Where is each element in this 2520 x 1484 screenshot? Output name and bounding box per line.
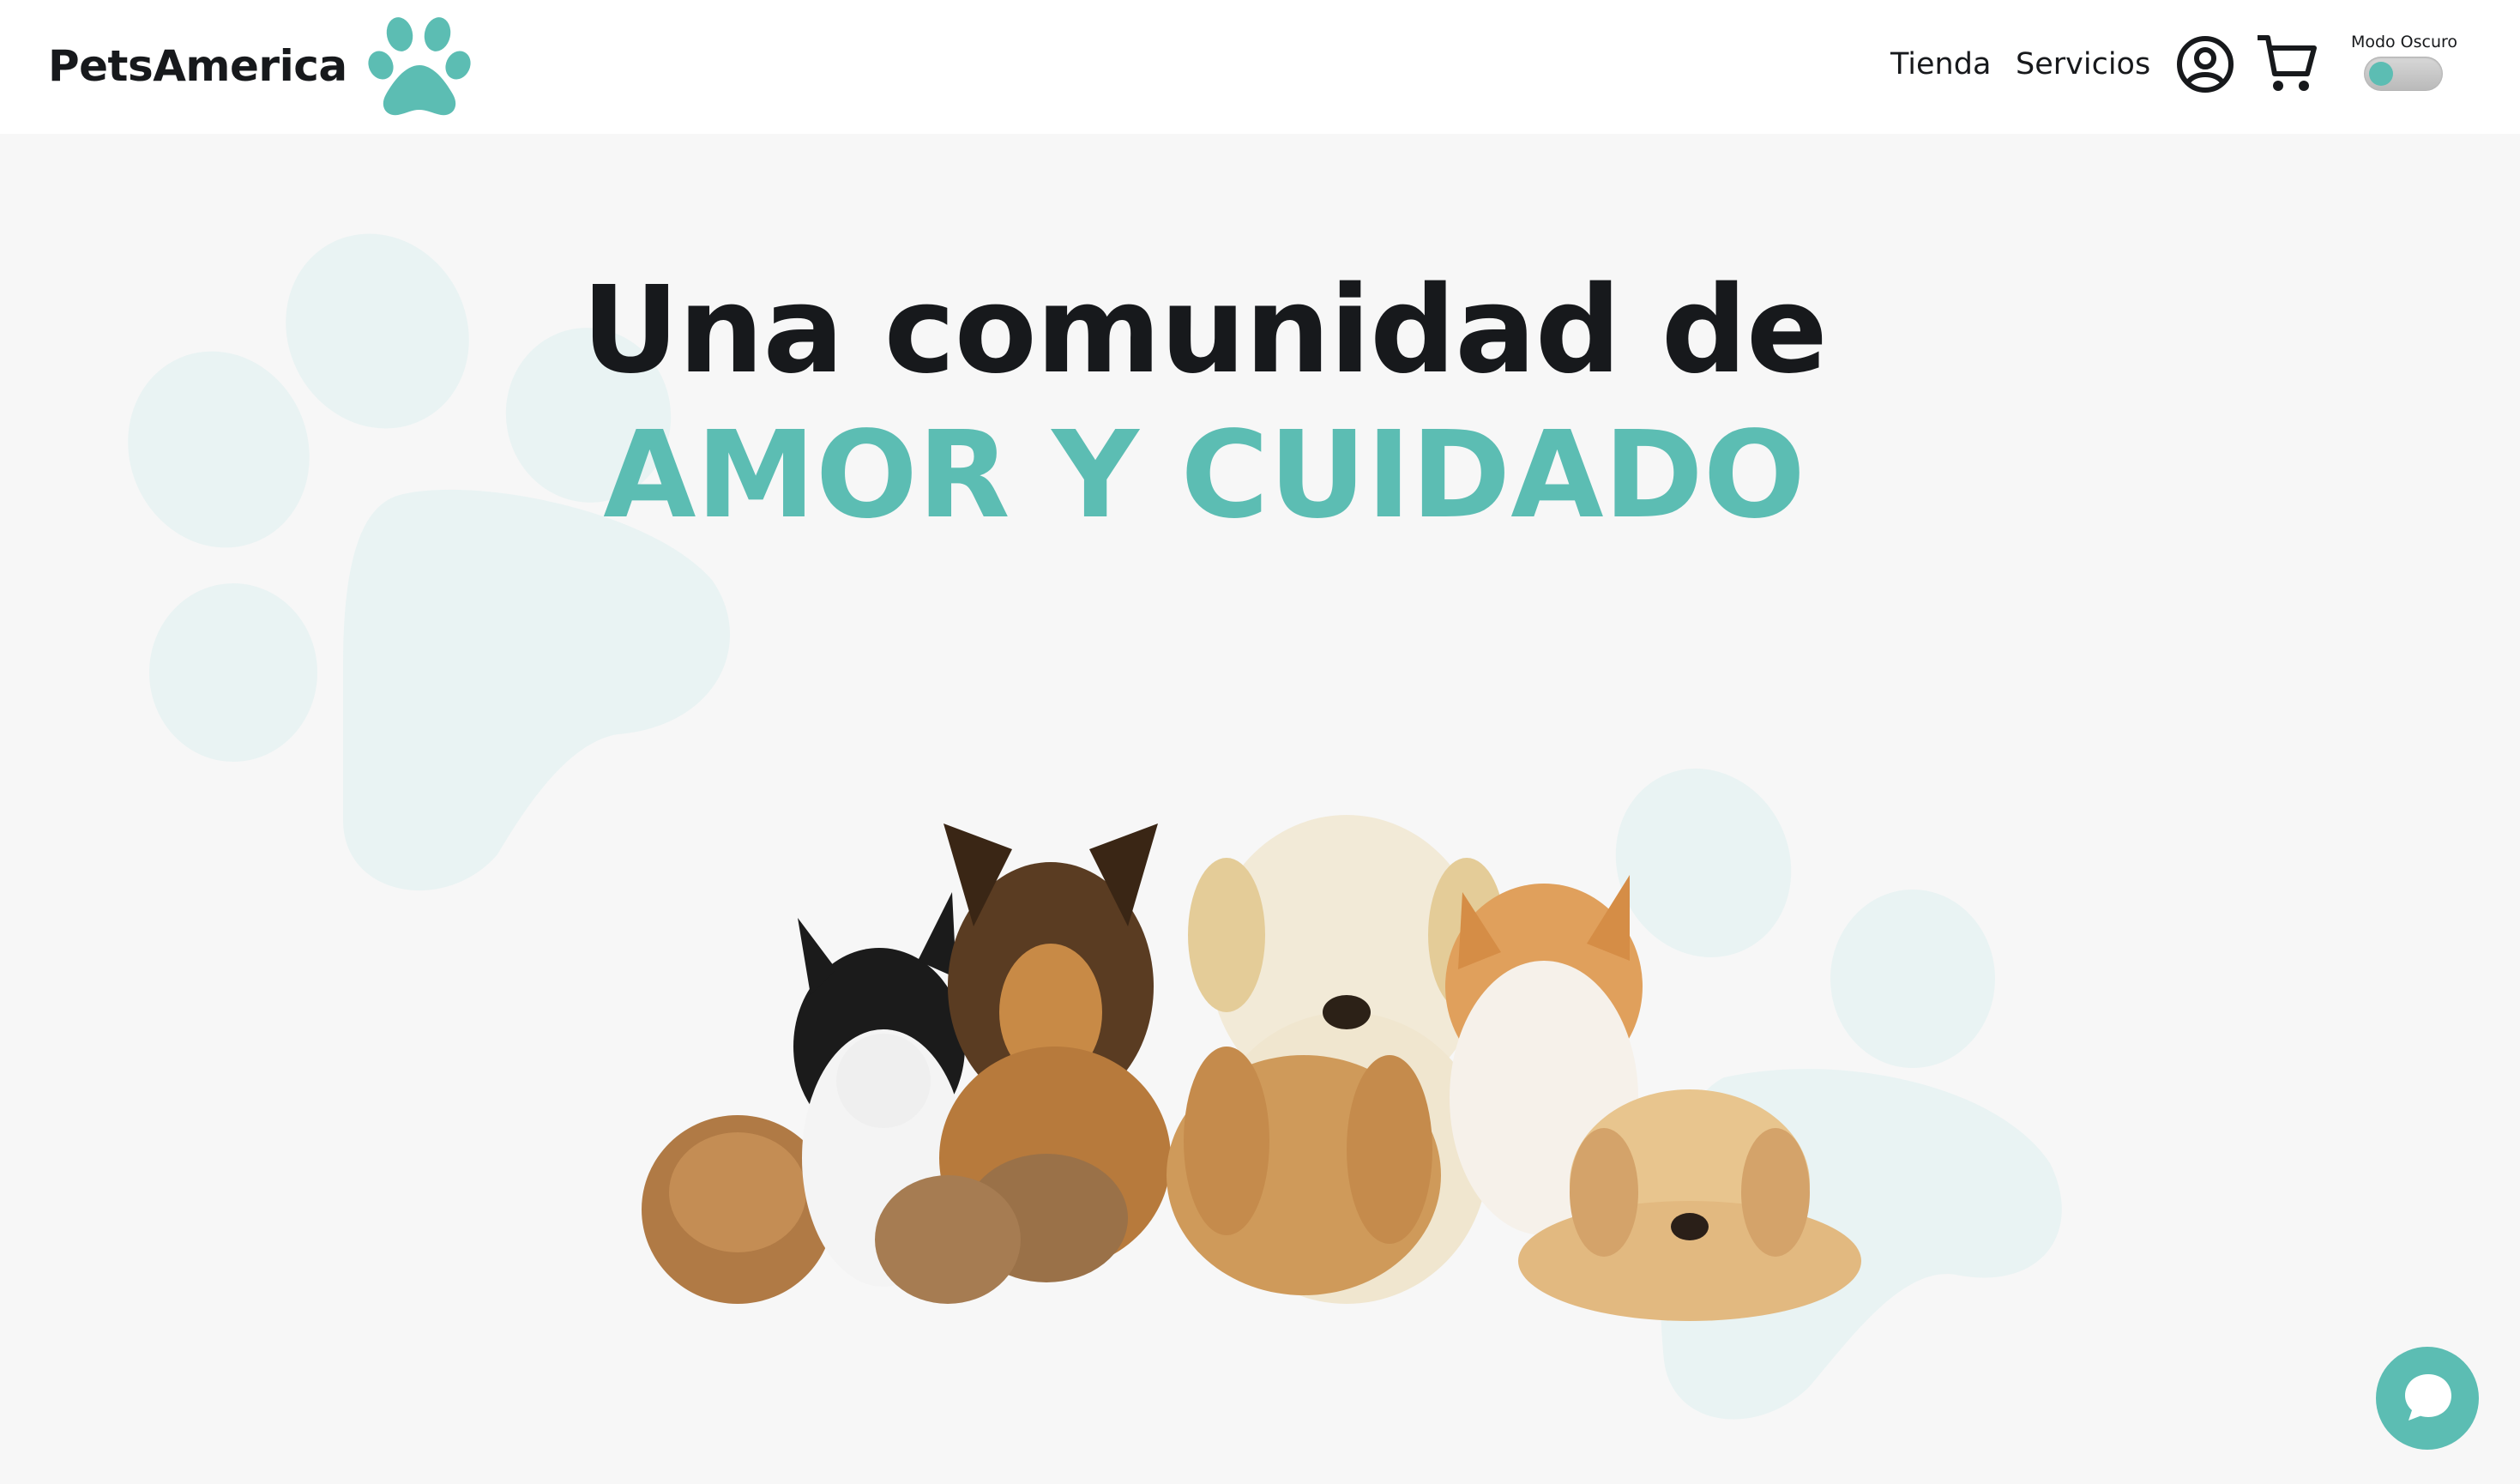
dark-mode-label: Modo Oscuro [2350,33,2458,51]
hero-title-line2: AMOR Y CUIDADO [603,406,1806,546]
chat-bubble-icon [2405,1374,2451,1421]
top-navbar: PetsAmerica Tienda Servicios Modo Oscuro [0,0,2520,134]
dark-mode-toggle[interactable] [2364,57,2443,91]
shopping-cart-icon[interactable] [2254,31,2319,96]
user-account-icon[interactable] [2175,34,2235,94]
paw-logo-icon[interactable] [367,12,472,118]
chat-support-button[interactable] [2376,1347,2479,1450]
hero-title-line1: Una comunidad de [582,261,1828,401]
nav-link-tienda[interactable]: Tienda [1890,43,1991,86]
toggle-knob [2369,62,2393,86]
pets-group-image [642,815,1861,1321]
nav-link-servicios[interactable]: Servicios [2016,43,2150,86]
brand-name[interactable]: PetsAmerica [48,36,347,96]
